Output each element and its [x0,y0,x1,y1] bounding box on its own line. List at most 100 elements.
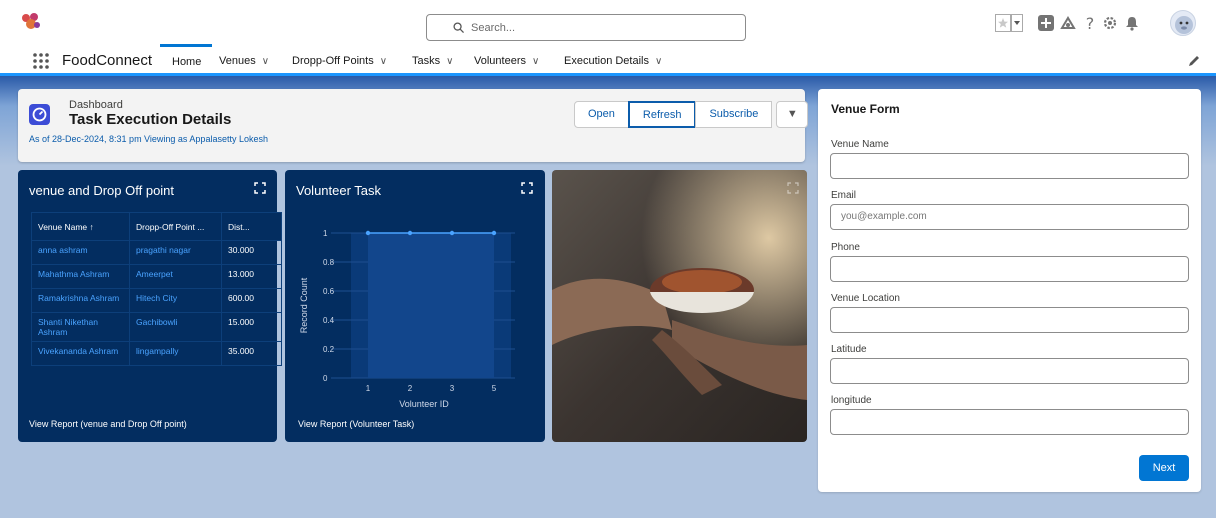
y-axis-label: Record Count [299,277,309,333]
trailhead-icon[interactable] [1059,14,1077,32]
area-fill [368,233,494,378]
view-report-link[interactable]: View Report (venue and Drop Off point) [29,419,187,429]
distance-value: 35.000 [221,341,282,366]
table-row: Ramakrishna Ashram Hitech City 600.00 [31,288,282,313]
subscribe-button[interactable]: Subscribe [695,101,773,128]
app-logo[interactable] [20,10,42,32]
distance-value: 13.000 [221,264,282,289]
venue-drop-off-widget: venue and Drop Off point Venue Name ↑ Dr… [18,170,282,442]
nav-item-execution-details[interactable]: Execution Details ∨ [564,55,662,67]
avatar-icon [1175,16,1193,34]
user-avatar[interactable] [1170,10,1196,36]
venue-table: Venue Name ↑ Dropp-Off Point ... Dist...… [31,212,282,366]
table-row: Mahathma Ashram Ameerpet 13.000 [31,264,282,289]
next-button[interactable]: Next [1139,455,1189,481]
x-tick-label: 5 [492,384,497,393]
chevron-down-icon[interactable]: ∨ [380,56,387,67]
app-name: FoodConnect [62,52,153,69]
volunteer-task-widget: Volunteer Task Record Count Volunteer ID… [285,170,545,442]
chevron-down-icon[interactable]: ∨ [446,56,453,67]
table-row: Vivekananda Ashram lingampally 35.000 [31,341,282,366]
dashboard-meta-info: As of 28-Dec-2024, 8:31 pm Viewing as Ap… [29,134,268,144]
widget-title: venue and Drop Off point [29,183,175,198]
longitude-label: longitude [831,395,872,406]
nav-item-label: Venues [219,55,256,67]
data-point[interactable] [491,230,497,236]
volunteer-task-chart: Record Count Volunteer ID 0 0.2 0.4 0.6 0.8 1… [299,229,515,409]
chevron-down-icon[interactable]: ∨ [655,56,662,67]
expand-icon[interactable] [254,182,266,194]
favorites-star-icon[interactable] [995,14,1011,32]
phone-input[interactable] [830,256,1189,282]
venue-name-link[interactable]: Mahathma Ashram [31,264,130,289]
data-point[interactable] [449,230,455,236]
x-tick-label: 1 [366,384,371,393]
distance-value: 15.000 [221,312,282,342]
app-navigation-bar: FoodConnect Home Venues ∨ Dropp-Off Point… [0,44,1216,76]
nav-item-venues[interactable]: Venues ∨ [219,55,269,67]
x-axis-label: Volunteer ID [399,399,449,409]
x-tick-label: 2 [408,384,413,393]
column-header-distance[interactable]: Dist... [221,212,282,241]
page-title: Task Execution Details [69,111,232,128]
column-header-drop-off-point[interactable]: Dropp-Off Point ... [129,212,222,241]
app-launcher-icon[interactable] [32,52,50,70]
table-row: anna ashram pragathi nagar 30.000 [31,240,282,265]
search-placeholder: Search... [471,22,516,34]
form-title: Venue Form [831,102,900,116]
latitude-input[interactable] [830,358,1189,384]
dashboard-type-label: Dashboard [69,99,123,111]
venue-name-link[interactable]: anna ashram [31,240,130,265]
nav-item-label: Tasks [412,55,441,67]
venue-name-label: Venue Name [831,139,889,150]
y-tick-label: 0.6 [323,287,335,296]
open-button[interactable]: Open [574,101,629,128]
more-actions-dropdown[interactable]: ▼ [776,101,809,128]
data-point[interactable] [407,230,413,236]
expand-icon[interactable] [787,182,799,194]
favorites-dropdown-icon[interactable] [1011,14,1023,32]
data-point[interactable] [365,230,371,236]
add-icon[interactable] [1037,14,1055,32]
nav-item-dropp-off-points[interactable]: Dropp-Off Points ∨ [292,55,387,67]
edit-nav-pencil-icon[interactable] [1187,54,1201,68]
refresh-button[interactable]: Refresh [627,101,697,128]
nav-item-label: Home [172,56,202,68]
setup-gear-icon[interactable] [1101,14,1119,32]
y-tick-label: 0.4 [323,316,335,325]
drop-off-point-link[interactable]: lingampally [129,341,222,366]
venue-location-label: Venue Location [831,293,900,304]
venue-name-link[interactable]: Ramakrishna Ashram [31,288,130,313]
distance-value: 30.000 [221,240,282,265]
venue-location-input[interactable] [830,307,1189,333]
venue-name-link[interactable]: Shanti Nikethan Ashram [31,312,130,342]
help-icon[interactable]: ? [1081,14,1099,32]
nav-item-tasks[interactable]: Tasks ∨ [412,55,453,67]
venue-name-input[interactable] [830,153,1189,179]
drop-off-point-link[interactable]: Gachibowli [129,312,222,342]
drop-off-point-link[interactable]: Hitech City [129,288,222,313]
drop-off-point-link[interactable]: Ameerpet [129,264,222,289]
svg-text:?: ? [1086,14,1095,32]
y-tick-label: 0.8 [323,258,335,267]
chevron-down-icon[interactable]: ∨ [262,56,269,67]
phone-label: Phone [831,242,860,253]
column-header-venue-name[interactable]: Venue Name ↑ [31,212,130,241]
nav-item-volunteers[interactable]: Volunteers ∨ [474,55,539,67]
latitude-label: Latitude [831,344,867,355]
y-tick-label: 0.2 [323,345,335,354]
food-sharing-photo [552,170,807,442]
venue-name-link[interactable]: Vivekananda Ashram [31,341,130,366]
global-search-input[interactable]: Search... [426,14,746,41]
drop-off-point-link[interactable]: pragathi nagar [129,240,222,265]
longitude-input[interactable] [830,409,1189,435]
view-report-link[interactable]: View Report (Volunteer Task) [298,419,414,429]
email-input[interactable]: you@example.com [830,204,1189,230]
notifications-bell-icon[interactable] [1123,14,1141,32]
distance-value: 600.00 [221,288,282,313]
gauge-icon [32,107,47,122]
dashboard-header: Dashboard Task Execution Details As of 2… [18,89,809,162]
nav-item-home[interactable]: Home [160,44,212,73]
chevron-down-icon[interactable]: ∨ [532,56,539,67]
nav-item-label: Dropp-Off Points [292,55,374,67]
